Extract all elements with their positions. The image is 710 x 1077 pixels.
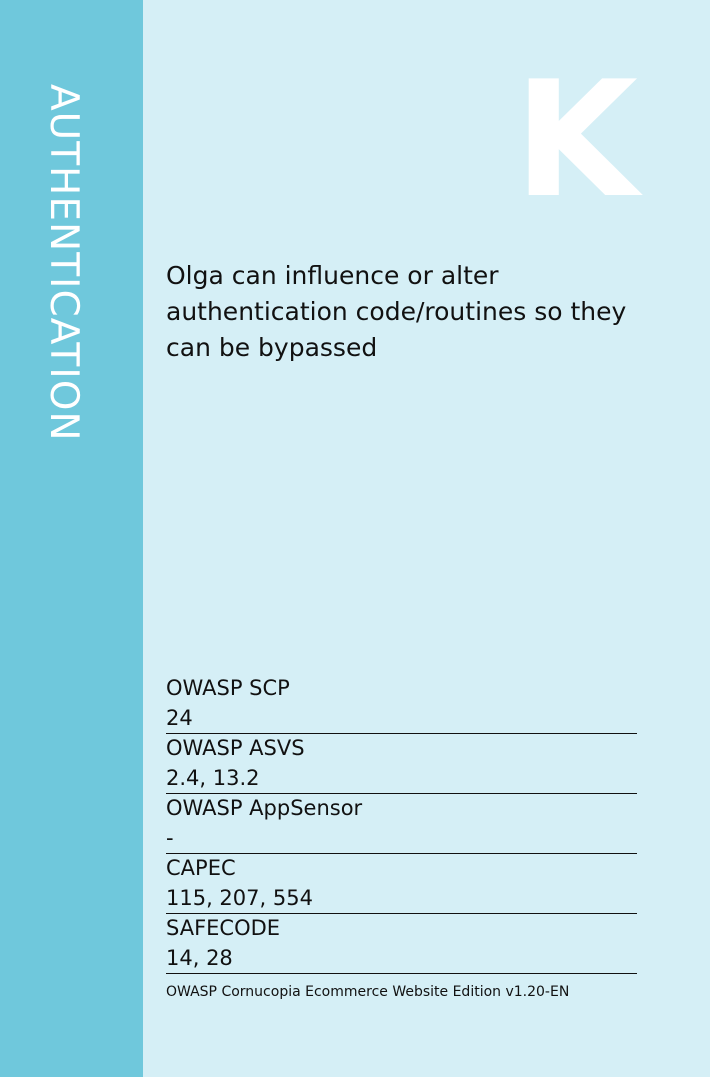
reference-owasp-appsensor: OWASP AppSensor - <box>166 794 637 854</box>
card-letter: K <box>514 46 638 233</box>
suit-sidebar: AUTHENTICATION <box>0 0 143 1077</box>
reference-value: 2.4, 13.2 <box>166 765 260 790</box>
reference-label: OWASP ASVS <box>166 736 305 760</box>
reference-label: OWASP SCP <box>166 676 290 700</box>
reference-label: OWASP AppSensor <box>166 796 363 820</box>
reference-safecode: SAFECODE 14, 28 <box>166 914 637 974</box>
reference-value: 14, 28 <box>166 945 233 970</box>
edition-footer: OWASP Cornucopia Ecommerce Website Editi… <box>166 984 570 1000</box>
reference-capec: CAPEC 115, 207, 554 <box>166 854 637 914</box>
reference-label: CAPEC <box>166 856 236 880</box>
reference-owasp-scp: OWASP SCP 24 <box>166 674 637 734</box>
reference-value: 115, 207, 554 <box>166 885 313 910</box>
references-list: OWASP SCP 24 OWASP ASVS 2.4, 13.2 OWASP … <box>166 674 637 974</box>
reference-value: 24 <box>166 705 193 730</box>
reference-value: - <box>166 825 174 850</box>
suit-title: AUTHENTICATION <box>41 84 86 442</box>
reference-label: SAFECODE <box>166 916 281 940</box>
threat-description: Olga can influence or alter authenticati… <box>166 261 627 362</box>
reference-owasp-asvs: OWASP ASVS 2.4, 13.2 <box>166 734 637 794</box>
